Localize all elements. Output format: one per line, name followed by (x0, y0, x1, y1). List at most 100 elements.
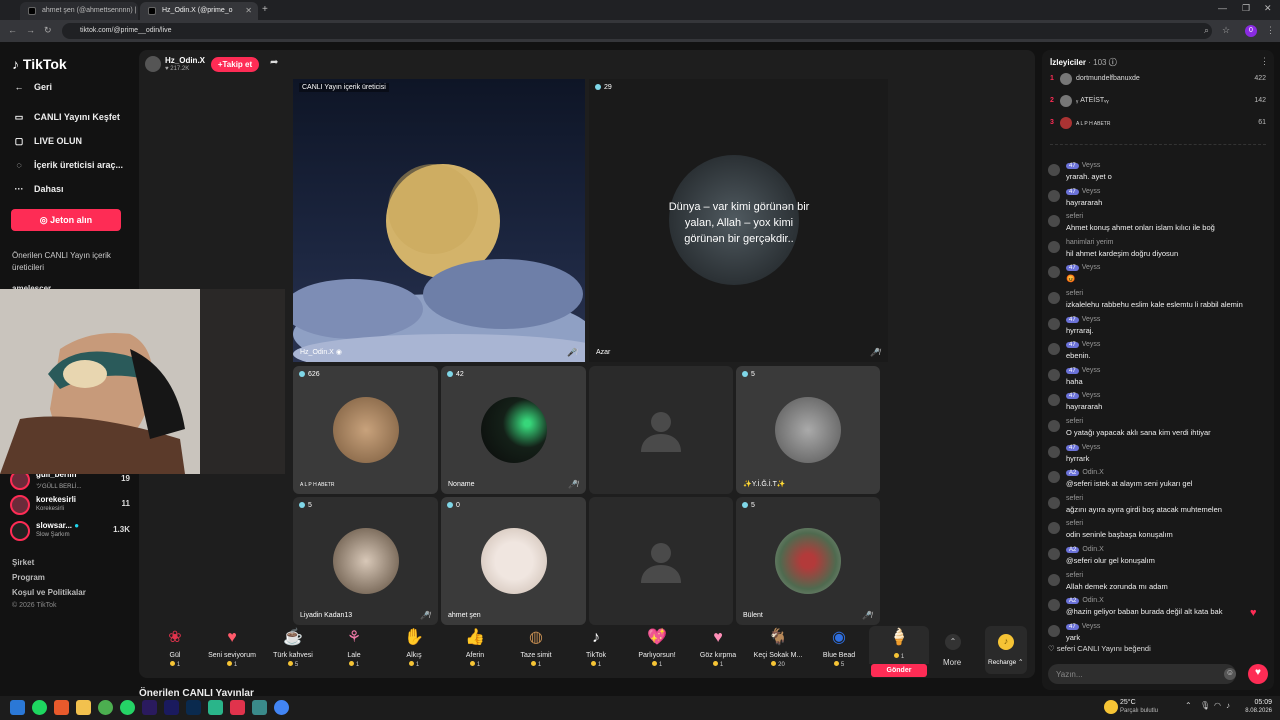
app-icon[interactable] (208, 700, 223, 715)
gift-item[interactable]: ♪ TikTok 1 (566, 626, 626, 668)
gift-item[interactable]: 👍 Aferin 1 (445, 626, 505, 668)
chat-username[interactable]: 47 Veyss (1066, 367, 1100, 374)
follow-button[interactable]: +Takip et (211, 57, 259, 72)
clock-time[interactable]: 05:09 (1244, 699, 1272, 706)
footer-terms[interactable]: Koşul ve Politikalar (12, 588, 86, 597)
kebab-menu-icon[interactable]: ⋮ (1260, 56, 1269, 67)
chat-username[interactable]: hanimlari yerim (1066, 239, 1113, 246)
sidebar-item-go-live[interactable]: ▢ LIVE OLUN (12, 136, 82, 147)
guest-tile[interactable]: 5 Liyadin Kadan13 🎤̸ (293, 497, 438, 625)
gift-item[interactable]: ◉ Blue Bead 5 (809, 626, 869, 668)
weather-temp[interactable]: 25°C (1120, 699, 1136, 706)
guest-tile[interactable]: 5 ✨Y.İ.Ğ.İ.T✨ (736, 366, 880, 494)
premiere-icon[interactable] (164, 700, 179, 715)
chat-username[interactable]: 47 Veyss (1066, 444, 1100, 451)
guest-tile[interactable]: 626 A L P H ABETR (293, 366, 438, 494)
volume-icon[interactable]: ♪ (1226, 701, 1230, 710)
info-icon[interactable]: ⓘ (1109, 58, 1117, 67)
chat-username[interactable]: A2 Odin.X (1066, 546, 1104, 553)
chat-username[interactable]: A2 Odin.X (1066, 597, 1104, 605)
gift-item[interactable]: 💖 Parlıyorsun! 1 (627, 626, 687, 668)
tiktok-logo[interactable]: ♪ TikTok (12, 56, 67, 72)
top-viewer-row[interactable]: 3 A L P H ABETR 61 (1050, 116, 1266, 132)
menu-icon[interactable]: ⋮ (1266, 25, 1275, 36)
gift-item[interactable]: ♥ Göz kırpma 1 (688, 626, 748, 668)
chat-username[interactable]: seferi (1066, 418, 1083, 425)
wifi-icon[interactable]: ◠ (1214, 701, 1221, 710)
gift-item[interactable]: ❀ Gül 1 (145, 626, 205, 668)
close-window-icon[interactable]: ✕ (1264, 3, 1272, 14)
guest-tile[interactable]: 42 Noname 🎤̸ (441, 366, 586, 494)
emoji-icon[interactable]: ☺ (1224, 668, 1236, 680)
host-video-tile[interactable]: CANLI Yayın içerik üreticisi Hz_Odin.X ◉… (293, 79, 585, 362)
chat-username[interactable]: 47 Veyss (1066, 264, 1100, 272)
gift-item[interactable]: ♥ Seni seviyorum 1 (202, 626, 262, 668)
chat-username[interactable]: 47 Veyss (1066, 188, 1100, 195)
gift-item[interactable]: ✋ Alkış 1 (384, 626, 444, 668)
empty-seat-tile[interactable] (589, 366, 733, 494)
star-icon[interactable]: ☆ (1222, 25, 1230, 36)
search-icon[interactable]: ⌕ (1204, 25, 1209, 36)
reload-icon[interactable]: ↻ (44, 25, 52, 36)
minimize-icon[interactable]: — (1218, 3, 1227, 13)
top-viewer-row[interactable]: 2 ᵧ ATEİSTᵥᵧ 142 (1050, 94, 1266, 110)
tab-hz-odin[interactable]: Hz_Odin.X (@prime_o ✕ (140, 2, 258, 20)
sidebar-item-explore-live[interactable]: ▭ CANLI Yayını Keşfet (12, 112, 120, 123)
chrome-active-icon[interactable] (274, 700, 289, 715)
top-viewer-row[interactable]: 1 dortmundelfbanuxde 422 (1050, 72, 1266, 88)
back-link[interactable]: ← Geri (12, 82, 53, 92)
new-tab-button[interactable]: + (262, 4, 268, 15)
chat-username[interactable]: 47 Veyss (1066, 341, 1100, 349)
tab-ahmet[interactable]: ahmet şen (@ahmettsennnn) | (20, 2, 138, 20)
app-icon[interactable] (54, 700, 69, 715)
whatsapp-icon[interactable] (120, 700, 135, 715)
chat-username[interactable]: seferi (1066, 495, 1083, 502)
maximize-icon[interactable]: ❐ (1242, 3, 1250, 14)
app-icon[interactable] (252, 700, 267, 715)
chat-username[interactable]: seferi (1066, 290, 1083, 297)
chevron-up-icon[interactable]: ⌃ (1185, 701, 1192, 710)
footer-program[interactable]: Program (12, 573, 45, 582)
after-effects-icon[interactable] (142, 700, 157, 715)
spotify-icon[interactable] (32, 700, 47, 715)
forward-arrow-icon[interactable]: → (26, 25, 35, 35)
close-icon[interactable]: ✕ (245, 6, 252, 15)
profile-avatar[interactable]: 0 (1245, 25, 1257, 37)
app-icon[interactable] (230, 700, 245, 715)
chat-username[interactable]: 47 Veyss (1066, 392, 1100, 400)
chat-username[interactable]: seferi (1066, 520, 1083, 527)
chat-username[interactable]: 47 Veyss (1066, 623, 1100, 630)
recharge-button[interactable]: ♪ Recharge ⌃ (985, 626, 1027, 674)
chrome-icon[interactable] (98, 700, 113, 715)
get-coins-button[interactable]: ◎ Jeton alın (11, 209, 121, 231)
chat-username[interactable]: seferi (1066, 572, 1083, 579)
featured-gift[interactable]: 🍦 1 (869, 626, 929, 664)
more-gifts-button[interactable]: More (943, 658, 961, 667)
chat-username[interactable]: seferi (1066, 213, 1083, 220)
chat-input[interactable]: Yazın... (1048, 664, 1236, 684)
suggested-creator[interactable]: slowsar... ● Slow Şarkım 1.3K (10, 519, 130, 543)
like-heart-button[interactable]: ♥ (1248, 664, 1268, 684)
sidebar-item-more[interactable]: ··· Dahası (12, 184, 64, 194)
chat-username[interactable]: A2 Odin.X (1066, 469, 1104, 477)
host-avatar[interactable] (145, 56, 161, 72)
send-gift-button[interactable]: Gönder (871, 664, 927, 677)
gift-item[interactable]: 🐐 Keçi Sokak M... 20 (748, 626, 808, 668)
gift-item[interactable]: ☕ Türk kahvesi 5 (263, 626, 323, 668)
share-icon[interactable]: ➦ (270, 57, 278, 68)
gift-item[interactable]: ⚘ Lale 1 (324, 626, 384, 668)
sidebar-item-creator-tools[interactable]: ◌ İçerik üreticisi araç... (12, 160, 123, 170)
chat-username[interactable]: 47 Veyss (1066, 316, 1100, 323)
windows-start-icon[interactable] (10, 700, 25, 715)
empty-seat-tile[interactable] (589, 497, 733, 625)
photoshop-icon[interactable] (186, 700, 201, 715)
suggested-creator[interactable]: korekesirli Korekesirli 11 (10, 493, 130, 517)
gift-item[interactable]: ◍ Taze simit 1 (506, 626, 566, 668)
guest-tile[interactable]: 0 ahmet şen (441, 497, 586, 625)
guest-tile[interactable]: 5 Bülent 🎤̸ (736, 497, 880, 625)
url-input[interactable]: tiktok.com/@prime__odin/live (62, 23, 1212, 39)
host-name[interactable]: Hz_Odin.X (165, 56, 205, 65)
mic-icon[interactable]: 🎙 (1200, 701, 1210, 710)
back-arrow-icon[interactable]: ← (8, 25, 17, 35)
file-explorer-icon[interactable] (76, 700, 91, 715)
